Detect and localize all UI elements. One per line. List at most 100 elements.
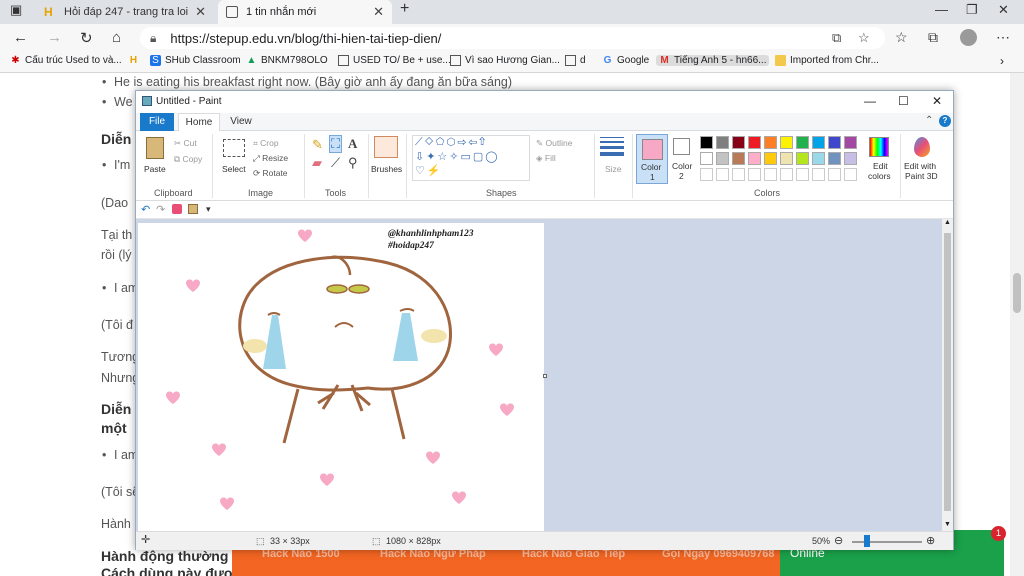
cut-button[interactable]: ✂ Cut xyxy=(174,138,197,149)
zoom-slider-thumb[interactable] xyxy=(864,535,870,547)
select-button[interactable]: Select xyxy=(222,164,246,174)
brushes-button[interactable]: Brushes xyxy=(371,164,402,174)
url-text[interactable]: https://stepup.edu.vn/blog/thi-hien-tai-… xyxy=(170,31,441,46)
back-icon[interactable]: ← xyxy=(13,29,28,46)
scroll-down-icon[interactable]: ▼ xyxy=(944,521,951,528)
crop-button[interactable]: ⌗ Crop xyxy=(253,138,279,149)
shape-row-icons[interactable]: ⟋◇⬠⬡⇨⇦⇧ xyxy=(415,136,487,149)
bookmark-item[interactable]: ▲ BNKM798OLO xyxy=(246,55,328,66)
magnifier-icon[interactable]: ⚲ xyxy=(348,155,358,171)
paint3d-shortcut-icon[interactable] xyxy=(172,204,182,214)
address-bar[interactable]: 🔒︎ https://stepup.edu.vn/blog/thi-hien-t… xyxy=(140,27,885,49)
palette-swatch[interactable] xyxy=(844,136,857,149)
color-picker-icon[interactable]: ⟋ xyxy=(331,155,340,171)
bookmark-item[interactable]: G Google xyxy=(602,55,650,66)
shapes-gallery[interactable]: ⟋◇⬠⬡⇨⇦⇧ ⇩✦☆✧▭▢◯ ♡⚡ xyxy=(412,135,530,181)
brush-icon[interactable] xyxy=(374,136,398,158)
edit-paint3d-label-1[interactable]: Edit with xyxy=(904,161,936,171)
palette-swatch[interactable] xyxy=(828,152,841,165)
save-icon[interactable] xyxy=(188,204,198,214)
bookmark-item[interactable]: Vì sao Hương Gian... xyxy=(450,55,560,66)
view-tab[interactable]: View xyxy=(224,113,258,131)
palette-swatch-empty[interactable] xyxy=(748,168,761,181)
new-tab-icon[interactable]: + xyxy=(400,0,409,18)
bookmark-item[interactable]: M Tiếng Anh 5 - hn66... xyxy=(656,55,770,66)
zoom-in-icon[interactable]: ⊕ xyxy=(926,534,935,547)
bookmark-item[interactable]: d xyxy=(565,55,586,66)
zoom-slider-track[interactable] xyxy=(852,541,922,543)
paint-3d-icon[interactable] xyxy=(914,137,930,157)
palette-swatch[interactable] xyxy=(764,152,777,165)
palette-swatch[interactable] xyxy=(764,136,777,149)
customize-qat-icon[interactable]: ▾ xyxy=(206,204,211,215)
palette-swatch[interactable] xyxy=(732,152,745,165)
close-tab-icon[interactable]: ✕ xyxy=(195,4,206,20)
minimize-icon[interactable]: — xyxy=(864,94,876,108)
palette-swatch-empty[interactable] xyxy=(828,168,841,181)
color2-label[interactable]: Color xyxy=(672,161,692,171)
edit-colors-icon[interactable] xyxy=(869,137,889,157)
page-scroll-thumb[interactable] xyxy=(1013,273,1021,313)
edit-paint3d-label-2[interactable]: Paint 3D xyxy=(905,171,938,181)
palette-swatch-empty[interactable] xyxy=(844,168,857,181)
shape-row-icons[interactable]: ♡⚡ xyxy=(415,164,443,177)
palette-swatch-empty[interactable] xyxy=(716,168,729,181)
size-icon[interactable] xyxy=(600,137,624,156)
fill-button[interactable]: ◈ Fill xyxy=(536,153,556,164)
close-icon[interactable]: ✕ xyxy=(932,94,942,108)
palette-swatch[interactable] xyxy=(780,152,793,165)
palette-swatch[interactable] xyxy=(812,152,825,165)
canvas-scrollbar[interactable]: ▲ ▼ xyxy=(942,219,953,531)
minimize-icon[interactable]: — xyxy=(935,2,948,17)
palette-swatch[interactable] xyxy=(700,152,713,165)
rotate-button[interactable]: ⟳ Rotate xyxy=(253,168,288,179)
close-tab-icon[interactable]: ✕ xyxy=(373,4,384,20)
palette-swatch-empty[interactable] xyxy=(732,168,745,181)
palette-swatch[interactable] xyxy=(780,136,793,149)
favorite-star-icon[interactable]: ☆ xyxy=(858,30,870,46)
color2-swatch[interactable] xyxy=(673,138,690,155)
collections-icon[interactable]: ⧉ xyxy=(928,29,938,46)
palette-swatch-empty[interactable] xyxy=(796,168,809,181)
edit-colors-label-2[interactable]: colors xyxy=(868,171,891,181)
home-icon[interactable]: ⌂ xyxy=(112,29,121,46)
pencil-icon[interactable]: ✎ xyxy=(312,137,323,153)
bookmark-item[interactable]: S SHub Classroom xyxy=(150,55,241,66)
canvas-scroll-thumb[interactable] xyxy=(944,233,951,511)
palette-swatch[interactable] xyxy=(796,152,809,165)
eraser-icon[interactable]: ▰ xyxy=(312,155,322,171)
shape-row-icons[interactable]: ⇩✦☆✧▭▢◯ xyxy=(415,150,500,163)
file-tab[interactable]: File xyxy=(140,113,174,131)
scroll-up-icon[interactable]: ▲ xyxy=(944,219,951,226)
outline-button[interactable]: ✎ Outline xyxy=(536,138,572,149)
bookmark-item[interactable]: H xyxy=(128,55,143,66)
canvas-resize-handle[interactable] xyxy=(543,374,547,378)
tab-hoidap247[interactable]: H Hỏi đáp 247 - trang tra loi ✕ xyxy=(36,0,214,24)
edit-colors-label-1[interactable]: Edit xyxy=(873,161,888,171)
palette-swatch[interactable] xyxy=(732,136,745,149)
copy-button[interactable]: ⧉ Copy xyxy=(174,154,202,165)
palette-swatch[interactable] xyxy=(748,136,761,149)
undo-icon[interactable]: ↶ xyxy=(141,203,150,216)
paste-icon[interactable] xyxy=(146,137,164,159)
resize-button[interactable]: ⤢ Resize xyxy=(253,153,288,164)
paste-button[interactable]: Paste xyxy=(144,164,166,174)
palette-swatch[interactable] xyxy=(700,136,713,149)
forward-icon[interactable]: → xyxy=(47,29,62,46)
fill-bucket-icon[interactable]: ⛶ xyxy=(329,135,343,153)
lock-icon[interactable]: 🔒︎ xyxy=(150,31,156,46)
refresh-icon[interactable]: ↻ xyxy=(80,29,93,47)
zoom-out-icon[interactable]: ⊖ xyxy=(834,534,843,547)
palette-swatch[interactable] xyxy=(716,152,729,165)
bookmark-item[interactable]: USED TO/ Be + use... xyxy=(338,55,451,66)
palette-swatch[interactable] xyxy=(796,136,809,149)
palette-swatch-empty[interactable] xyxy=(700,168,713,181)
palette-swatch-empty[interactable] xyxy=(780,168,793,181)
tab-stepup[interactable]: 1 tin nhắn mới ✕ xyxy=(218,0,392,24)
palette-swatch-empty[interactable] xyxy=(812,168,825,181)
palette-swatch[interactable] xyxy=(844,152,857,165)
palette-swatch[interactable] xyxy=(716,136,729,149)
collapse-ribbon-icon[interactable]: ⌃ xyxy=(925,115,933,126)
size-button[interactable]: Size xyxy=(605,164,622,174)
more-menu-icon[interactable]: ⋯ xyxy=(996,29,1010,46)
